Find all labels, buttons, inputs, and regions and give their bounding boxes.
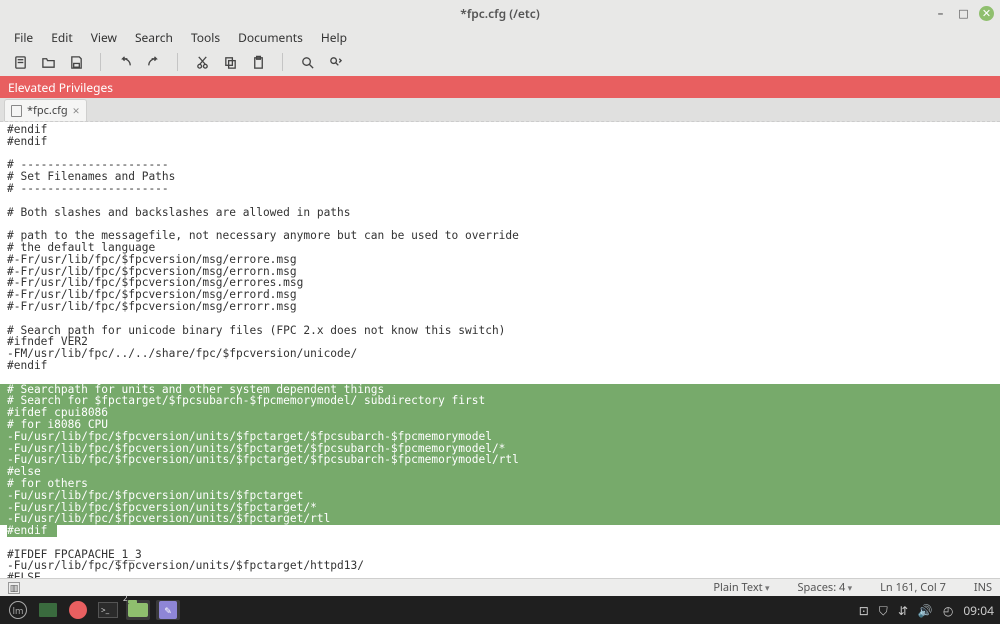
- text-editor[interactable]: #endif #endif # ---------------------- #…: [0, 122, 1000, 578]
- system-tray: ⊡ ⛉ ⇵ 🔊 ◴ 09:04: [859, 602, 994, 619]
- tray-update-icon[interactable]: ⊡: [859, 602, 869, 619]
- show-desktop-button[interactable]: [36, 600, 60, 620]
- menu-view[interactable]: View: [83, 27, 125, 48]
- tray-shield-icon[interactable]: ⛉: [879, 602, 888, 619]
- tab-fpc-cfg[interactable]: *fpc.cfg ×: [4, 99, 87, 121]
- redo-icon[interactable]: [145, 54, 161, 70]
- search-icon[interactable]: [299, 54, 315, 70]
- new-file-icon[interactable]: [12, 54, 28, 70]
- tray-volume-icon[interactable]: 🔊: [918, 602, 933, 619]
- toolbar: [0, 48, 1000, 76]
- tray-network-icon[interactable]: ⇵: [898, 602, 908, 619]
- window-count-badge: 2: [123, 593, 128, 604]
- close-button[interactable]: ✕: [979, 6, 994, 21]
- elevated-text: Elevated Privileges: [8, 79, 113, 96]
- tab-close-icon[interactable]: ×: [73, 102, 80, 119]
- cut-icon[interactable]: [194, 54, 210, 70]
- file-icon: [11, 105, 22, 117]
- os-taskbar: lm >_ 2 ✎ ⊡ ⛉ ⇵ 🔊 ◴ 09:04: [0, 596, 1000, 624]
- undo-icon[interactable]: [117, 54, 133, 70]
- menu-search[interactable]: Search: [127, 27, 181, 48]
- indent-selector[interactable]: Spaces: 4: [797, 580, 852, 595]
- menu-edit[interactable]: Edit: [43, 27, 80, 48]
- menu-documents[interactable]: Documents: [230, 27, 311, 48]
- tray-clock[interactable]: 09:04: [963, 602, 994, 619]
- replace-icon[interactable]: [327, 54, 343, 70]
- paste-icon[interactable]: [250, 54, 266, 70]
- window-titlebar: *fpc.cfg (/etc) – □ ✕: [0, 0, 1000, 26]
- text-editor-task[interactable]: ✎: [156, 600, 180, 620]
- elevated-privileges-banner: Elevated Privileges: [0, 76, 1000, 98]
- firefox-launcher[interactable]: [66, 600, 90, 620]
- panel-toggle-icon[interactable]: ▥: [8, 582, 20, 594]
- menu-tools[interactable]: Tools: [183, 27, 228, 48]
- maximize-button[interactable]: □: [956, 6, 971, 21]
- start-menu-button[interactable]: lm: [6, 600, 30, 620]
- menu-file[interactable]: File: [6, 27, 41, 48]
- tray-power-icon[interactable]: ◴: [943, 602, 953, 619]
- open-file-icon[interactable]: [40, 54, 56, 70]
- tab-label: *fpc.cfg: [27, 103, 68, 118]
- statusbar: ▥ Plain Text Spaces: 4 Ln 161, Col 7 INS: [0, 578, 1000, 596]
- tab-bar: *fpc.cfg ×: [0, 98, 1000, 122]
- insert-mode[interactable]: INS: [974, 580, 992, 595]
- save-icon[interactable]: [68, 54, 84, 70]
- window-title: *fpc.cfg (/etc): [460, 5, 539, 22]
- terminal-launcher[interactable]: >_: [96, 600, 120, 620]
- menubar: File Edit View Search Tools Documents He…: [0, 26, 1000, 48]
- menu-help[interactable]: Help: [313, 27, 355, 48]
- file-manager-launcher[interactable]: 2: [126, 600, 150, 620]
- copy-icon[interactable]: [222, 54, 238, 70]
- minimize-button[interactable]: –: [933, 6, 948, 21]
- cursor-position: Ln 161, Col 7: [880, 580, 946, 595]
- syntax-selector[interactable]: Plain Text: [713, 580, 769, 595]
